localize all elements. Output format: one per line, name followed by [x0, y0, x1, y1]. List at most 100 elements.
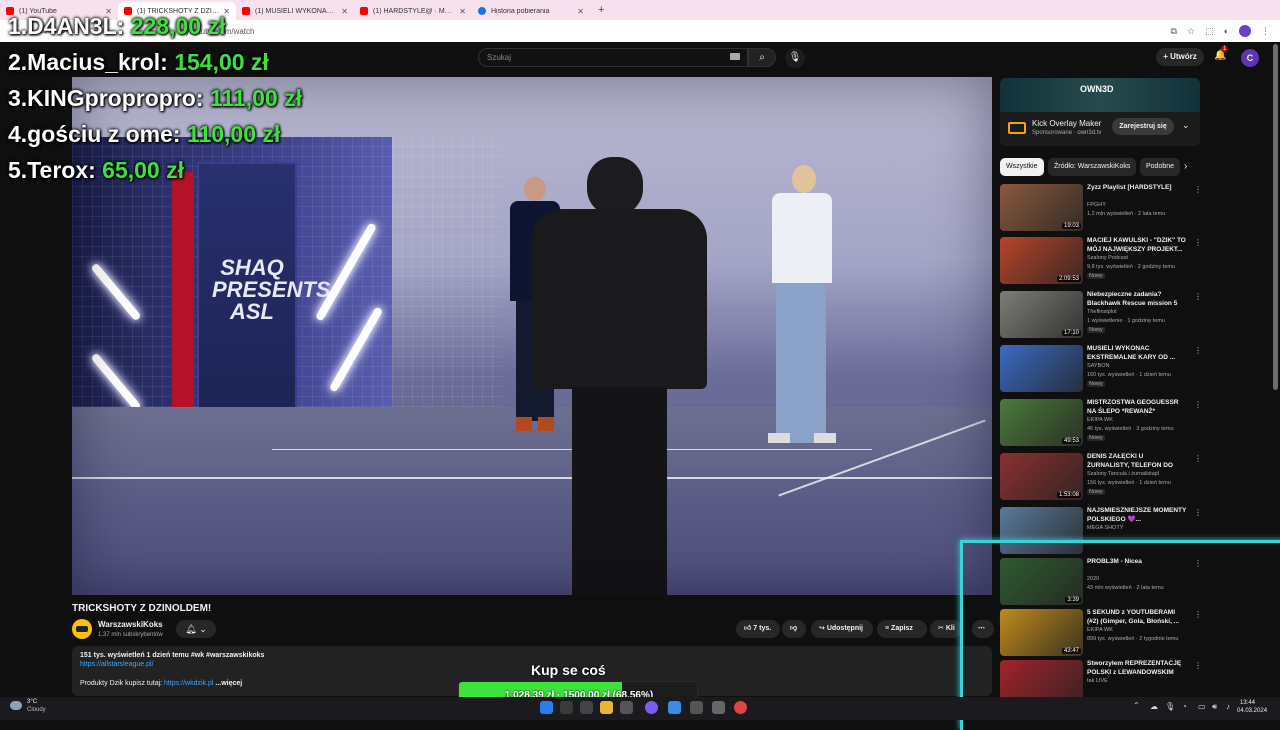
chevron-right-icon[interactable]: ›: [1184, 161, 1187, 172]
discord-icon[interactable]: [645, 701, 658, 714]
browser-tab[interactable]: (1) HARDSTYLE@ · Mo Chóe✕: [354, 2, 472, 20]
recommendation-item[interactable]: 49:53 MISTRZOSTWA GEOGUESSR NA ŚLEPO *REW…: [1000, 399, 1202, 449]
subscriber-count: 1,37 mln subskrybentów: [98, 632, 163, 638]
browser-avatar[interactable]: [1239, 25, 1251, 37]
subscription-bell-button[interactable]: 🔔︎ ⌄: [176, 620, 216, 638]
chrome-icon[interactable]: [734, 701, 747, 714]
search-button[interactable]: ⌕: [748, 48, 776, 67]
new-badge: Nowy: [1087, 435, 1105, 441]
bookmark-star-icon[interactable]: ☆: [1187, 26, 1195, 37]
browser-tab[interactable]: Historia pobierania ✕: [472, 2, 590, 20]
recommendation-title[interactable]: DENIS ZAŁĘCKI U ŻURNALISTY, TELEFON DO B…: [1087, 453, 1187, 470]
recommendation-title[interactable]: MACIEJ KAWULSKI - "DZIK" TO MÓJ NAJWIĘKS…: [1087, 237, 1187, 254]
recommendation-channel[interactable]: Szalony Tancula i żurnalistapl: [1087, 471, 1159, 477]
recommendation-item[interactable]: 17:10 Niebezpieczne zadania? Blackhawk Re…: [1000, 291, 1202, 341]
clip-button[interactable]: ✂ Kli: [930, 620, 962, 638]
search-input[interactable]: Szukaj: [478, 48, 748, 67]
search-taskbar-icon[interactable]: [560, 701, 573, 714]
ad-title: Kick Overlay Maker: [1032, 119, 1102, 128]
recommendation-title[interactable]: NAJŚMIESZNIEJSZE MOMENTY POLSKIEGO 💜...: [1087, 507, 1187, 524]
notification-count-badge: 1: [1221, 46, 1229, 52]
app-icon[interactable]: [690, 701, 703, 714]
recommendation-channel[interactable]: SAYBON: [1087, 363, 1110, 369]
weather-description[interactable]: Cloudy: [27, 707, 46, 713]
user-avatar[interactable]: C: [1241, 49, 1259, 67]
menu-kebab-icon[interactable]: ⋮: [1261, 26, 1270, 37]
keyboard-icon[interactable]: [730, 53, 740, 60]
chip-all[interactable]: Wszystkie: [1000, 158, 1044, 176]
chevron-up-icon[interactable]: ⌃: [1133, 701, 1140, 710]
channel-avatar[interactable]: [72, 619, 92, 639]
close-tab-icon[interactable]: ✕: [459, 7, 466, 16]
video-thumbnail[interactable]: 49:53: [1000, 399, 1083, 446]
dislike-button[interactable]: 👎︎: [782, 620, 806, 638]
recommendation-item[interactable]: 19:03 Zyzz Playlist [HARDSTYLE] FPGHY 1,2 m…: [1000, 184, 1202, 234]
chip-source[interactable]: Źródło: WarszawskiKoks: [1048, 158, 1136, 176]
profile-icon[interactable]: ◐: [1224, 26, 1229, 36]
new-badge: Nowy: [1087, 273, 1105, 279]
sponsored-ad-card[interactable]: OWN3D Kick Overlay Maker Sponsorowane · …: [1000, 78, 1200, 146]
create-button[interactable]: + Utwórz: [1156, 48, 1204, 66]
recommendation-title[interactable]: MUSIELI WYKONAĆ EKSTREMALNE KARY OD ...: [1087, 345, 1187, 362]
recommendation-channel[interactable]: EKIPA WK: [1087, 417, 1113, 423]
recommendation-item[interactable]: 2:09:53 MACIEJ KAWULSKI - "DZIK" TO MÓJ N…: [1000, 237, 1202, 287]
voice-search-button[interactable]: 🎙: [785, 48, 805, 68]
file-explorer-icon[interactable]: [600, 701, 613, 714]
close-tab-icon[interactable]: ✕: [341, 7, 348, 16]
video-thumbnail[interactable]: 1:53:08: [1000, 453, 1083, 500]
extensions-icon[interactable]: ⬚: [1205, 26, 1214, 37]
volume-icon[interactable]: 🔊︎: [1212, 702, 1217, 712]
url-field[interactable]: youtube.com/watch: [186, 27, 1161, 36]
speaker-icon[interactable]: ♪: [1226, 702, 1230, 711]
channel-name[interactable]: WarszawskiKoks: [98, 620, 163, 629]
clock-time[interactable]: 13:44: [1240, 700, 1255, 706]
windows-start-icon[interactable]: [540, 701, 553, 714]
bell-icon: 🔔︎ ⌄: [185, 624, 207, 634]
recommendation-title[interactable]: MISTRZOSTWA GEOGUESSR NA ŚLEPO *REWANŻ*: [1087, 399, 1187, 416]
recommendation-title[interactable]: Niebezpieczne zadania? Blackhawk Rescue …: [1087, 291, 1187, 308]
more-vertical-icon[interactable]: ⋮: [1194, 238, 1202, 247]
recommendation-item[interactable]: 1:53:08 DENIS ZAŁĘCKI U ŻURNALISTY, TELEF…: [1000, 453, 1202, 503]
show-more-button[interactable]: ...więcej: [215, 680, 242, 687]
recommendation-channel[interactable]: Theflinstplot: [1087, 309, 1117, 315]
video-thumbnail[interactable]: 17:10: [1000, 291, 1083, 338]
video-thumbnail[interactable]: [1000, 345, 1083, 392]
more-vertical-icon[interactable]: ⋮: [1194, 292, 1202, 301]
more-vertical-icon[interactable]: ⋮: [1194, 185, 1202, 194]
like-button[interactable]: 👍︎ 7 tys.: [736, 620, 780, 638]
recommendation-channel[interactable]: MEGA SHOTY: [1087, 525, 1123, 531]
recommendation-meta: 1,2 mln wyświetleń · 2 lata temu: [1087, 211, 1166, 217]
video-thumbnail[interactable]: 19:03: [1000, 184, 1083, 231]
app-icon[interactable]: [620, 701, 633, 714]
weather-temperature[interactable]: 3°C: [27, 699, 37, 705]
more-vertical-icon[interactable]: ⋮: [1194, 400, 1202, 409]
mic-tray-icon[interactable]: 🎙︎: [1165, 702, 1175, 711]
recommendation-meta: 9,8 tys. wyświetleń · 2 godziny temu: [1087, 264, 1176, 270]
monitor-icon[interactable]: ▭: [1198, 702, 1206, 711]
ad-register-button[interactable]: Zarejestruj się: [1112, 118, 1174, 135]
clock-date[interactable]: 04.03.2024: [1237, 708, 1267, 714]
app-icon[interactable]: [712, 701, 725, 714]
new-tab-button[interactable]: +: [590, 4, 612, 16]
app-icon[interactable]: [668, 701, 681, 714]
recommendation-item[interactable]: MUSIELI WYKONAĆ EKSTREMALNE KARY OD ... S…: [1000, 345, 1202, 395]
task-view-icon[interactable]: [580, 701, 593, 714]
recommendation-channel[interactable]: FPGHY: [1087, 202, 1106, 208]
chip-similar[interactable]: Podobne: [1140, 158, 1180, 176]
chevron-down-icon[interactable]: ⌄: [1182, 120, 1190, 131]
save-button[interactable]: ≡ Zapisz: [877, 620, 927, 638]
recommendation-channel[interactable]: Szalony Podcast: [1087, 255, 1128, 261]
wifi-icon[interactable]: ◔: [1182, 702, 1187, 711]
recommendation-meta: 46 tys. wyświetleń · 3 godziny temu: [1087, 426, 1174, 432]
close-tab-icon[interactable]: ✕: [577, 7, 584, 16]
share-button[interactable]: ↪ Udostępnij: [811, 620, 873, 638]
more-vertical-icon[interactable]: ⋮: [1194, 508, 1202, 517]
shop-link[interactable]: https://wkdzik.pl: [164, 680, 213, 687]
video-thumbnail[interactable]: 2:09:53: [1000, 237, 1083, 284]
install-icon[interactable]: ⧉: [1171, 26, 1177, 37]
page-scrollbar[interactable]: [1273, 44, 1278, 390]
more-vertical-icon[interactable]: ⋮: [1194, 454, 1202, 463]
network-icon[interactable]: ☁: [1150, 702, 1158, 711]
more-vertical-icon[interactable]: ⋮: [1194, 346, 1202, 355]
recommendation-title[interactable]: Zyzz Playlist [HARDSTYLE]: [1087, 184, 1187, 193]
